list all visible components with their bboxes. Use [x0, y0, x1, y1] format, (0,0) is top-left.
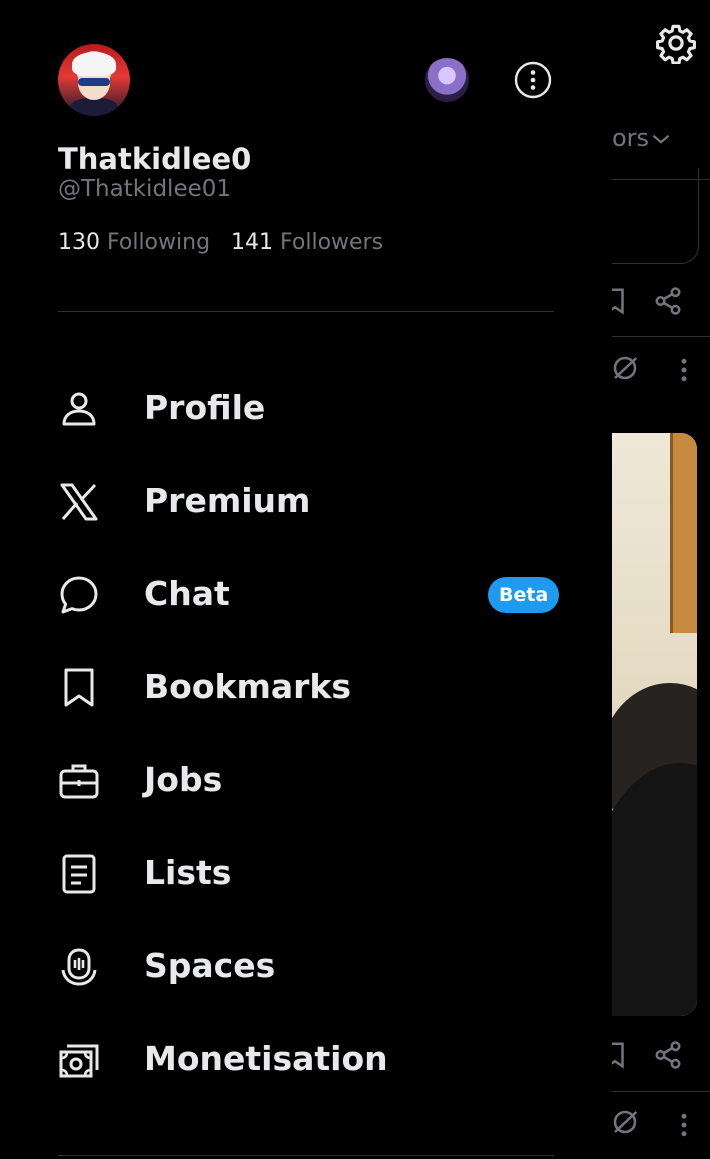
more-vertical-icon[interactable] — [669, 1110, 699, 1140]
more-vertical-icon[interactable] — [669, 355, 699, 385]
share-icon[interactable] — [653, 1040, 683, 1070]
menu-item-jobs[interactable]: Jobs — [58, 744, 554, 814]
sort-label[interactable]: ors — [612, 124, 649, 152]
menu-item-spaces[interactable]: Spaces — [58, 930, 554, 1000]
divider — [58, 1155, 554, 1156]
list-icon — [62, 854, 96, 894]
menu-item-lists[interactable]: Lists — [58, 837, 554, 907]
money-icon — [59, 1044, 99, 1078]
user-handle: @Thatkidlee01 — [58, 176, 232, 202]
menu-label-lists: Lists — [144, 853, 232, 892]
followers-link[interactable]: 141 Followers — [231, 230, 383, 255]
menu-item-premium[interactable]: Premium — [58, 465, 554, 535]
post-divider — [612, 336, 710, 337]
grok-icon[interactable] — [610, 353, 640, 383]
display-name[interactable]: Thatkidlee0 — [58, 142, 251, 176]
post-divider — [612, 1091, 710, 1092]
following-link[interactable]: 130 Following — [58, 230, 210, 255]
chevron-down-icon[interactable] — [648, 126, 674, 152]
chat-bubble-icon — [60, 576, 98, 614]
following-count: 130 — [58, 230, 100, 255]
briefcase-icon — [59, 764, 99, 799]
grok-icon[interactable] — [610, 1107, 640, 1137]
menu-item-bookmarks[interactable]: Bookmarks — [58, 651, 554, 721]
follow-stats: 130 Following 141 Followers — [58, 230, 383, 255]
share-icon[interactable] — [653, 286, 683, 316]
bookmark-icon — [64, 668, 94, 707]
menu-label-profile: Profile — [144, 388, 266, 427]
menu-item-chat[interactable]: Chat Beta — [58, 558, 560, 628]
menu-item-profile[interactable]: Profile — [58, 372, 554, 442]
menu-item-monetisation[interactable]: Monetisation — [58, 1023, 554, 1093]
spaces-mic-icon — [61, 948, 97, 986]
menu-label-jobs: Jobs — [144, 760, 223, 799]
settings-gear-icon[interactable] — [655, 22, 697, 64]
followers-label: Followers — [280, 230, 384, 255]
switch-account-avatar[interactable] — [425, 58, 469, 102]
menu-label-chat: Chat — [144, 574, 230, 613]
menu-label-bookmarks: Bookmarks — [144, 667, 351, 706]
divider — [58, 311, 554, 312]
more-options-icon[interactable] — [514, 61, 552, 99]
beta-badge: Beta — [488, 577, 560, 613]
avatar[interactable] — [58, 44, 130, 116]
menu-label-monetisation: Monetisation — [144, 1039, 388, 1078]
following-label: Following — [107, 230, 211, 255]
person-icon — [62, 392, 96, 426]
menu-label-premium: Premium — [144, 481, 311, 520]
menu-label-spaces: Spaces — [144, 946, 276, 985]
navigation-drawer: Thatkidlee0 @Thatkidlee01 130 Following … — [0, 0, 612, 1159]
followers-count: 141 — [231, 230, 274, 255]
x-logo-icon — [60, 483, 98, 521]
